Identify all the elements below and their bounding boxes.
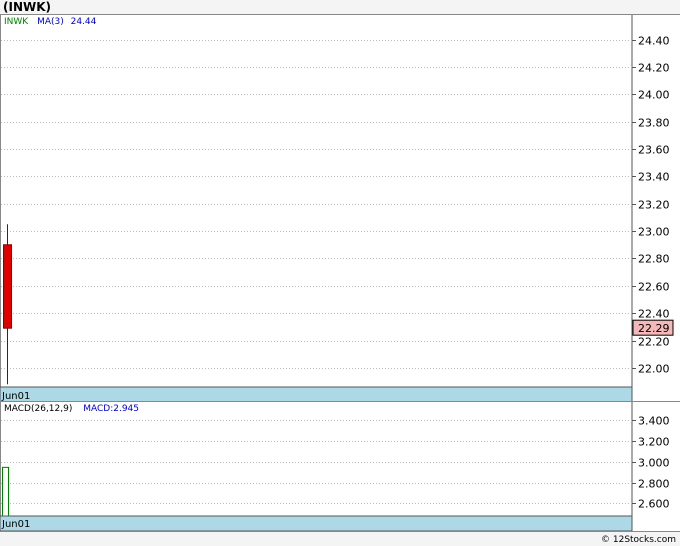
y-tick-label: 23.60 (638, 144, 670, 157)
macd-legend: MACD(26,12,9) MACD:2.945 (4, 404, 139, 414)
macd-y-tick-label: 3.400 (638, 415, 670, 428)
y-tick-label: 22.40 (638, 308, 670, 321)
y-tick-label: 23.00 (638, 226, 670, 239)
macd-y-tick-label: 3.200 (638, 436, 670, 449)
macd-y-tick-label: 2.600 (638, 498, 670, 511)
price-chart: 22.00 22.20 22.40 22.60 22.80 23.00 23.20 23.40… (0, 15, 674, 403)
y-tick-label: 22.20 (638, 336, 670, 349)
legend-ma-label: MA(3) (37, 17, 64, 27)
y-tick-label: 24.20 (638, 62, 670, 75)
y-tick-label: 22.60 (638, 281, 670, 294)
copyright-footer: © 12Stocks.com (601, 535, 676, 545)
price-legend: INWK MA(3) 24.44 (4, 17, 96, 27)
legend-symbol: INWK (4, 17, 29, 27)
legend-ma-value: 24.44 (70, 17, 97, 27)
macd-y-tick-label: 2.800 (638, 478, 670, 491)
y-tick-label: 23.80 (638, 117, 670, 130)
last-price-label: 22.29 (638, 322, 670, 335)
macd-legend-value: MACD:2.945 (83, 404, 140, 414)
macd-panel: 2.600 2.800 3.000 3.200 3.400 Jun01 MACD(26,1… (0, 401, 680, 532)
y-tick-label: 24.40 (638, 35, 670, 48)
y-tick-label: 22.00 (638, 363, 670, 376)
macd-date-axis-bar (0, 515, 633, 531)
macd-x-tick-label: Jun01 (1, 519, 30, 530)
y-tick-label: 22.80 (638, 253, 670, 266)
chart-title: (INWK) (3, 0, 52, 14)
candle-body (3, 244, 12, 329)
price-panel: 22.00 22.20 22.40 22.60 22.80 23.00 23.20 23.40… (0, 14, 680, 404)
macd-legend-label: MACD(26,12,9) (4, 404, 73, 414)
y-tick-label: 23.40 (638, 171, 670, 184)
macd-bar (2, 466, 9, 517)
y-tick-label: 23.20 (638, 199, 670, 212)
macd-y-tick-label: 3.000 (638, 457, 670, 470)
macd-chart: 2.600 2.800 3.000 3.200 3.400 Jun01 (0, 402, 670, 531)
y-tick-label: 24.00 (638, 89, 670, 102)
